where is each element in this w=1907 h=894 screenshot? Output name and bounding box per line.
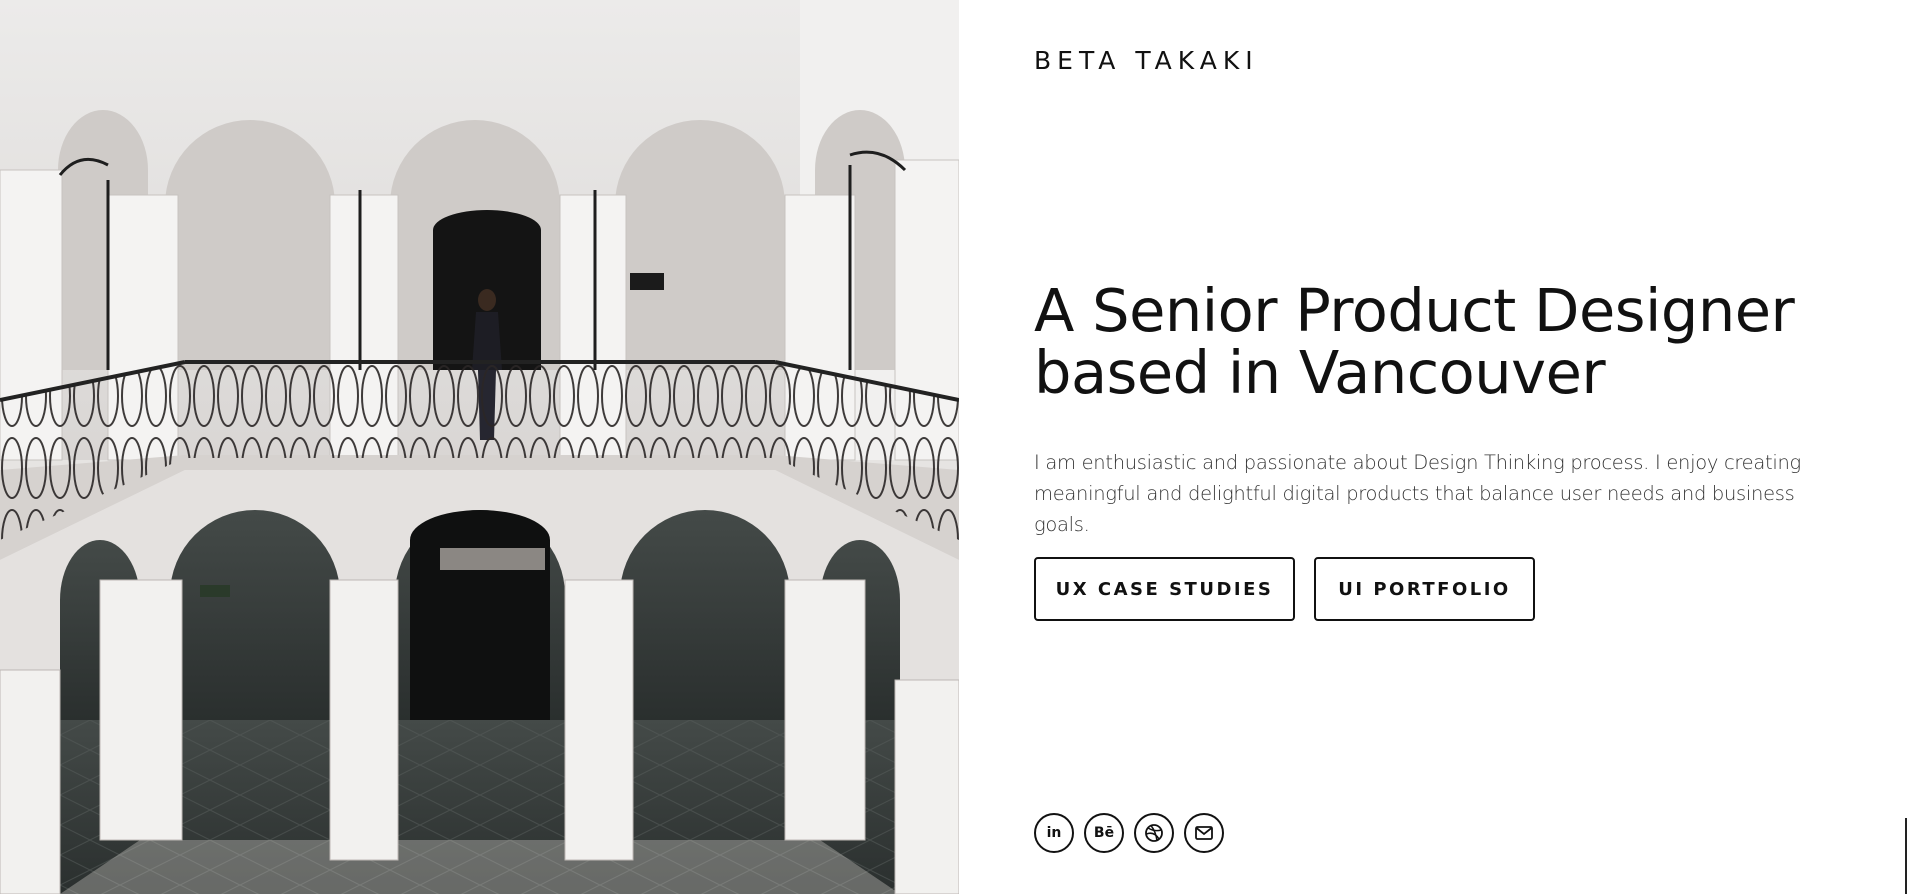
dribbble-icon	[1145, 824, 1163, 842]
linkedin-link[interactable]: in	[1034, 813, 1074, 853]
intro-text: I am enthusiastic and passionate about D…	[1034, 447, 1854, 540]
site-title[interactable]: BETA TAKAKI	[1034, 46, 1259, 75]
intro-line-2: meaningful and delightful digital produc…	[1034, 482, 1795, 536]
hero-photo	[0, 0, 959, 894]
ux-case-studies-button[interactable]: UX CASE STUDIES	[1034, 557, 1295, 621]
dribbble-link[interactable]	[1134, 813, 1174, 853]
mail-icon	[1195, 826, 1213, 840]
headline: A Senior Product Designer based in Vanco…	[1034, 280, 1854, 404]
intro-panel: BETA TAKAKI A Senior Product Designer ba…	[959, 0, 1907, 894]
mail-link[interactable]	[1184, 813, 1224, 853]
ui-portfolio-button[interactable]: UI PORTFOLIO	[1314, 557, 1535, 621]
behance-link[interactable]: Bē	[1084, 813, 1124, 853]
social-links: in Bē	[1034, 813, 1224, 853]
behance-icon: Bē	[1093, 825, 1115, 841]
headline-line-2: based in Vancouver	[1034, 338, 1606, 407]
intro-line-1: I am enthusiastic and passionate about D…	[1034, 451, 1801, 474]
linkedin-icon: in	[1046, 825, 1062, 841]
courtyard-photo	[0, 0, 959, 894]
headline-line-1: A Senior Product Designer	[1034, 276, 1795, 345]
